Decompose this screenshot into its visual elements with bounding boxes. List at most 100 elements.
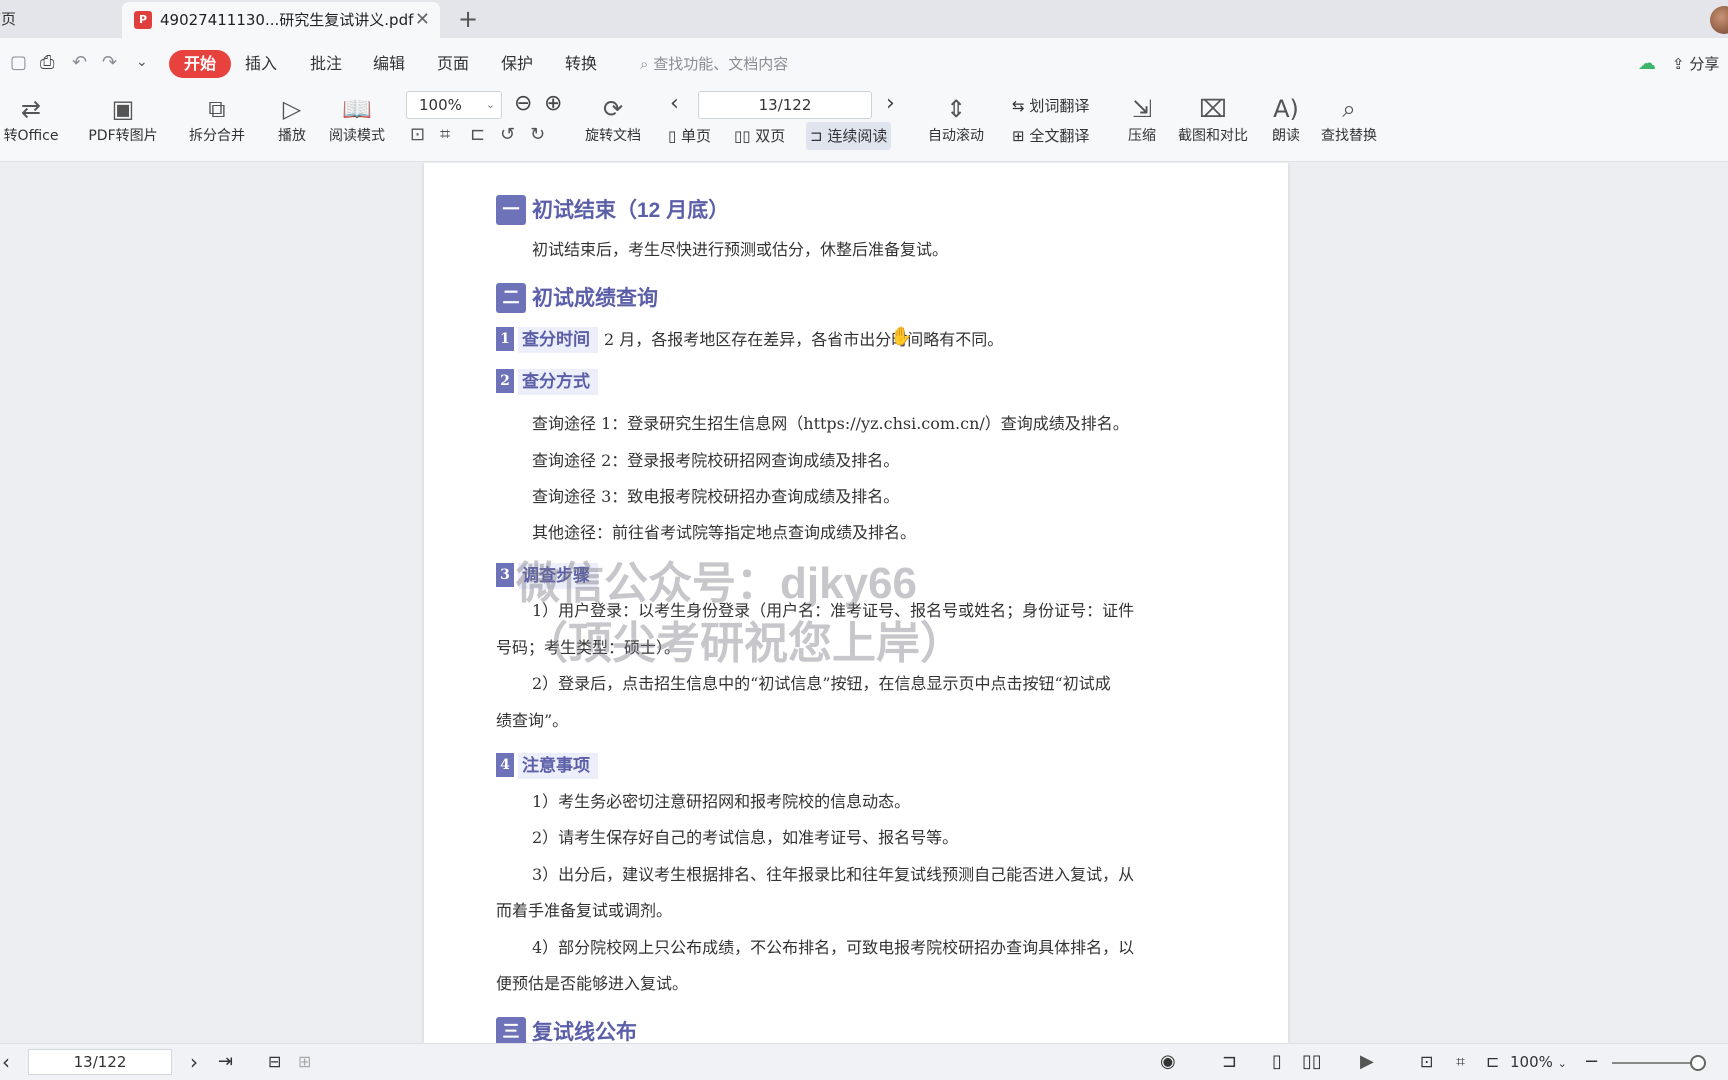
single-page-icon[interactable]: ▯ bbox=[1272, 1048, 1282, 1076]
redo-icon[interactable]: ↷ bbox=[102, 52, 117, 73]
auto-scroll-icon: ⇕ bbox=[945, 95, 967, 123]
cloud-sync-icon[interactable]: ☁ bbox=[1638, 50, 1656, 78]
document-viewer[interactable]: 一初试结束（12 月底） 初试结束后，考生尽快进行预测或估分，休整后准备复试。 … bbox=[0, 163, 1728, 1043]
split-merge-button[interactable]: ⧉ 拆分合并 bbox=[178, 92, 256, 146]
prev-page-icon[interactable]: ‹ bbox=[670, 90, 679, 118]
section-title: 初试结束（12 月底） bbox=[532, 199, 730, 222]
close-icon[interactable]: ✕ bbox=[415, 2, 430, 38]
find-replace-button[interactable]: ⌕ 查找替换 bbox=[1314, 92, 1384, 146]
menu-insert[interactable]: 插入 bbox=[245, 50, 277, 78]
section-number: 二 bbox=[496, 283, 526, 313]
fit-page-icon[interactable]: ⌗ bbox=[440, 124, 450, 145]
search-placeholder: 查找功能、文档内容 bbox=[653, 55, 789, 73]
page-number-input[interactable]: 13/122 bbox=[698, 91, 872, 119]
section-title: 复试线公布 bbox=[532, 1021, 637, 1043]
list-item: 查询途径 3：致电报考院校研招办查询成绩及排名。 bbox=[532, 487, 900, 506]
actual-size-icon[interactable]: ⊡ bbox=[1420, 1048, 1433, 1076]
read-aloud-button[interactable]: A) 朗读 bbox=[1266, 92, 1306, 146]
menu-start[interactable]: 开始 bbox=[169, 50, 232, 78]
menu-convert[interactable]: 转换 bbox=[565, 50, 597, 78]
continuous-icon: ⊐ bbox=[810, 127, 823, 145]
zoom-slider-track[interactable] bbox=[1612, 1062, 1702, 1064]
play-icon[interactable]: ▶ bbox=[1360, 1048, 1374, 1076]
reading-mode-button[interactable]: 📖 阅读模式 bbox=[324, 92, 390, 146]
paragraph: 2 月，各报考地区存在差异，各省市出分时间略有不同。 bbox=[604, 330, 1004, 349]
share-icon: ⇪ bbox=[1672, 55, 1685, 73]
chevron-down-icon: ⌄ bbox=[1557, 1057, 1567, 1070]
rotate-doc-button[interactable]: ⟳ 旋转文档 bbox=[578, 92, 648, 146]
fit-page-icon[interactable]: ⌗ bbox=[1456, 1048, 1465, 1076]
rotate-left-icon[interactable]: ↺ bbox=[500, 124, 515, 145]
zoom-out-icon[interactable]: ⊖ bbox=[514, 90, 532, 118]
zoom-slider-handle[interactable] bbox=[1690, 1055, 1706, 1071]
to-office-button[interactable]: ⇄ 转Office bbox=[0, 92, 68, 146]
menu-page[interactable]: 页面 bbox=[437, 50, 469, 78]
tab-home[interactable]: 首页 bbox=[0, 0, 120, 38]
list-item: 而着手准备复试或调剂。 bbox=[496, 901, 673, 920]
fit-width-icon[interactable]: ⊏ bbox=[1486, 1048, 1499, 1076]
save-icon[interactable]: ▢ bbox=[10, 52, 27, 73]
book-icon: 📖 bbox=[342, 95, 372, 123]
double-page-label: 双页 bbox=[755, 127, 786, 145]
next-page-icon[interactable]: › bbox=[886, 90, 895, 118]
compress-button[interactable]: ⇲ 压缩 bbox=[1122, 92, 1162, 146]
full-translate-button[interactable]: ⊞ 全文翻译 bbox=[1012, 122, 1089, 150]
tab-document[interactable]: P 49027411130...研究生复试讲义.pdf ✕ bbox=[122, 2, 440, 38]
image-icon: ▣ bbox=[111, 95, 135, 123]
print-icon[interactable]: ⎙ bbox=[40, 52, 54, 73]
prev-page-icon[interactable]: ‹ bbox=[2, 1048, 10, 1076]
status-page-input[interactable]: 13/122 bbox=[28, 1049, 172, 1075]
actual-size-icon[interactable]: ⊡ bbox=[410, 124, 425, 145]
next-page-icon[interactable]: › bbox=[190, 1048, 198, 1076]
ribbon-toolbar: ⇄ 转Office ▣ PDF转图片 ⧉ 拆分合并 ▷ 播放 📖 阅读模式 100% ⌄ ⊖… bbox=[0, 90, 1728, 162]
zoom-select[interactable]: 100% ⌄ bbox=[406, 91, 502, 119]
undo-icon[interactable]: ↶ bbox=[72, 52, 87, 73]
last-page-icon[interactable]: ⇥ bbox=[218, 1048, 233, 1076]
screenshot-icon: ⌧ bbox=[1199, 95, 1227, 123]
subsection-number: 1 bbox=[496, 327, 514, 351]
single-page-button[interactable]: ▯ 单页 bbox=[664, 122, 715, 150]
share-button[interactable]: ⇪ 分享 bbox=[1672, 50, 1719, 78]
avatar[interactable] bbox=[1710, 6, 1728, 34]
split-merge-label: 拆分合并 bbox=[189, 128, 245, 144]
search-icon: ⌕ bbox=[640, 55, 649, 73]
chevron-down-icon[interactable]: ⌄ bbox=[136, 54, 148, 70]
rotate-right-icon[interactable]: ↻ bbox=[530, 124, 545, 145]
back-icon[interactable]: ⊟ bbox=[268, 1048, 281, 1076]
eye-protect-icon[interactable]: ◉ bbox=[1160, 1048, 1176, 1076]
double-page-icon[interactable]: ▯▯ bbox=[1302, 1048, 1322, 1076]
list-item: 其他途径：前往省考试院等指定地点查询成绩及排名。 bbox=[532, 523, 917, 542]
add-tab-button[interactable]: + bbox=[458, 4, 478, 34]
play-button[interactable]: ▷ 播放 bbox=[270, 92, 314, 146]
hand-cursor-icon: ✋ bbox=[890, 326, 913, 347]
auto-scroll-button[interactable]: ⇕ 自动滚动 bbox=[916, 92, 996, 146]
zoom-out-icon[interactable]: − bbox=[1584, 1048, 1599, 1076]
word-translate-button[interactable]: ⇆ 划词翻译 bbox=[1012, 92, 1089, 120]
pdf-icon: P bbox=[134, 11, 152, 29]
status-zoom-select[interactable]: 100% ⌄ bbox=[1510, 1048, 1567, 1076]
fit-width-icon[interactable]: ⊏ bbox=[470, 124, 485, 145]
list-item: 绩查询”。 bbox=[496, 711, 569, 730]
menu-protect[interactable]: 保护 bbox=[501, 50, 533, 78]
search-box[interactable]: ⌕ 查找功能、文档内容 bbox=[640, 50, 788, 78]
menu-edit[interactable]: 编辑 bbox=[373, 50, 405, 78]
play-icon: ▷ bbox=[282, 95, 302, 123]
screenshot-compare-button[interactable]: ⌧ 截图和对比 bbox=[1172, 92, 1254, 146]
zoom-in-icon[interactable]: ⊕ bbox=[544, 90, 562, 118]
tab-home-label: 首页 bbox=[0, 10, 17, 28]
pdf-to-image-button[interactable]: ▣ PDF转图片 bbox=[82, 92, 164, 146]
subsection-title: 查分方式 bbox=[518, 369, 598, 395]
auto-scroll-label: 自动滚动 bbox=[928, 128, 984, 144]
subsection-heading: 4 注意事项 bbox=[496, 753, 598, 779]
continuous-view-icon[interactable]: ⊐ bbox=[1222, 1048, 1237, 1076]
rotate-doc-label: 旋转文档 bbox=[585, 128, 641, 144]
single-page-icon: ▯ bbox=[668, 127, 677, 145]
double-page-button[interactable]: ▯▯ 双页 bbox=[730, 122, 789, 150]
continuous-read-button[interactable]: ⊐ 连续阅读 bbox=[806, 122, 892, 150]
pdf-to-image-label: PDF转图片 bbox=[88, 128, 158, 144]
forward-icon[interactable]: ⊞ bbox=[298, 1048, 311, 1076]
subsection-heading: 1 查分时间 bbox=[496, 327, 598, 353]
section-title: 初试成绩查询 bbox=[532, 287, 658, 310]
menu-annotate[interactable]: 批注 bbox=[310, 50, 342, 78]
list-item: 2）请考生保存好自己的考试信息，如准考证号、报名号等。 bbox=[532, 828, 959, 847]
